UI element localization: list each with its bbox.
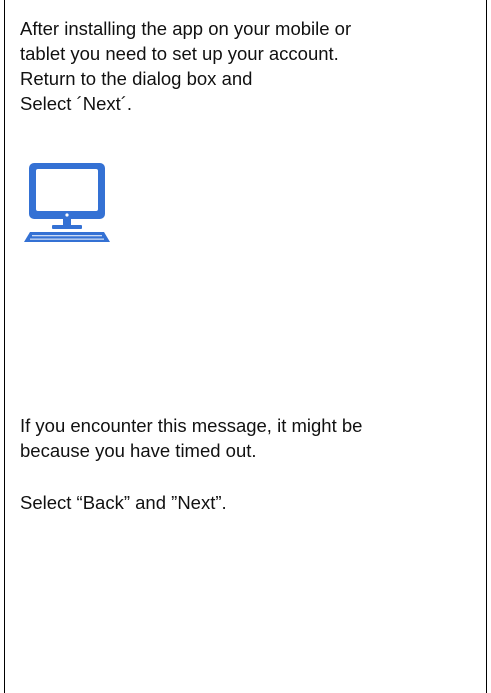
setup-text-line-2: tablet you need to set up your account. [20,43,339,64]
monitor-power-dot [65,213,69,217]
desktop-computer-icon [24,163,110,242]
instruction-cell: After installing the app on your mobile … [4,0,487,693]
setup-text-line-4: Select ´Next´. [20,93,133,114]
keyboard [24,232,110,242]
monitor-stand [63,219,71,226]
timeout-text-line-2: because you have timed out. [20,440,257,461]
timeout-text-line-1: If you encounter this message, it might … [20,415,363,436]
setup-text-line-1: After installing the app on your mobile … [20,18,352,39]
monitor-base [52,225,82,229]
setup-text-line-3: Return to the dialog box and [20,68,253,89]
action-text-line-1: Select “Back” and ”Next”. [20,492,227,513]
monitor-screen [36,169,98,211]
